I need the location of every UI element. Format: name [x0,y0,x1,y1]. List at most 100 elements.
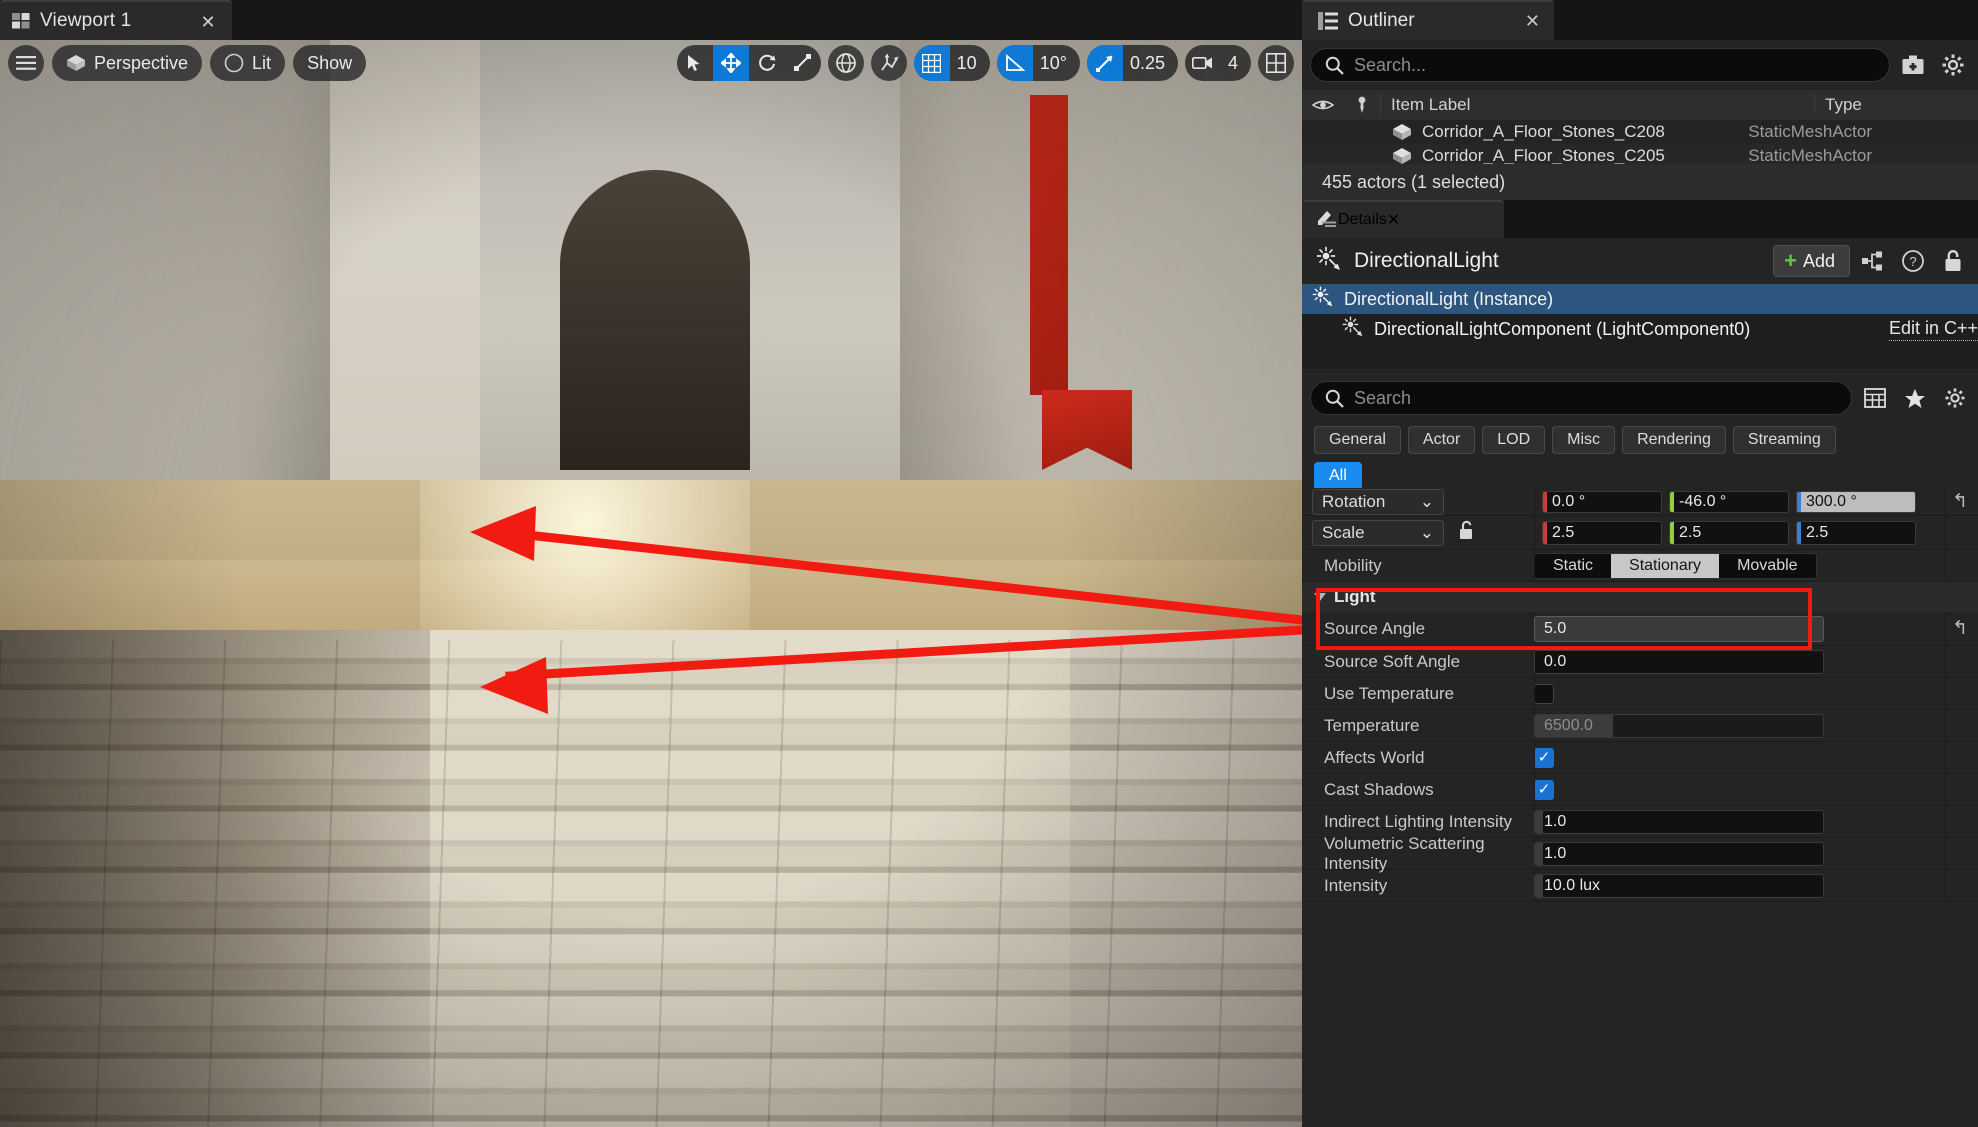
rotate-tool-button[interactable] [749,45,785,81]
viewport-3d-scene[interactable] [0,40,1302,1127]
unlocked-padlock-icon[interactable] [1458,520,1480,545]
volumetric-scattering-intensity-field[interactable]: 1.0 [1534,841,1824,866]
camera-speed-value[interactable]: 4 [1221,45,1251,81]
show-menu-button[interactable]: Show [293,45,367,81]
affects-world-checkbox[interactable] [1534,747,1554,768]
help-question-icon[interactable]: ? [1896,244,1930,278]
viewport-menu-button[interactable] [8,45,44,81]
table-row[interactable]: Corridor_A_Floor_Stones_C208 StaticMeshA… [1302,120,1978,144]
property-grid[interactable]: Rotation ⌄ 0.0 ° -46.0 ° 300.0 ° ↰ Scale… [1302,488,1978,1127]
translate-tool-button[interactable] [712,45,749,81]
add-content-icon[interactable] [1896,48,1930,82]
scale-snap-value[interactable]: 0.25 [1123,45,1178,81]
details-search-input[interactable]: Search [1310,381,1852,415]
view-mode-button[interactable]: Lit [210,45,286,81]
mobility-stationary[interactable]: Stationary [1611,553,1720,578]
property-row-temperature[interactable]: Temperature 6500.0 [1302,710,1978,742]
indirect-lighting-intensity-field[interactable]: 1.0 [1534,809,1824,834]
viewport-toolbar-left[interactable]: Perspective Lit Show [8,44,367,82]
rotation-z-field[interactable]: 300.0 ° [1796,490,1916,513]
blueprint-graph-icon[interactable] [1856,244,1890,278]
temperature-field[interactable]: 6500.0 [1534,713,1824,738]
details-filter-row[interactable]: General Actor LOD Misc Rendering Streami… [1302,421,1978,459]
property-row-intensity[interactable]: Intensity 10.0 lux [1302,870,1978,902]
filter-actor[interactable]: Actor [1407,426,1476,454]
item-label-column-header[interactable]: Item Label [1380,95,1814,115]
filter-misc[interactable]: Misc [1552,426,1616,454]
property-row-use-temperature[interactable]: Use Temperature [1302,678,1978,710]
rotation-y-field[interactable]: -46.0 ° [1669,490,1789,513]
filter-lod[interactable]: LOD [1482,426,1546,454]
scale-tool-button[interactable] [785,45,821,81]
property-row-source-soft-angle[interactable]: Source Soft Angle 0.0 [1302,646,1978,678]
scale-dropdown[interactable]: Scale ⌄ [1312,519,1444,546]
details-tab[interactable]: Details ✕ [1302,200,1504,238]
property-row-source-angle[interactable]: Source Angle 5.0 ↰ [1302,612,1978,646]
property-row-volumetric-scattering-intensity[interactable]: Volumetric Scattering Intensity 1.0 [1302,834,1978,873]
property-row-cast-shadows[interactable]: Cast Shadows [1302,774,1978,806]
settings-gear-icon[interactable] [1938,381,1972,415]
property-row-rotation[interactable]: Rotation ⌄ 0.0 ° -46.0 ° 300.0 ° ↰ [1302,488,1978,516]
component-tree[interactable]: DirectionalLight (Instance) DirectionalL… [1302,284,1978,369]
camera-mode-button[interactable]: Perspective [52,45,203,81]
outliner-row-list[interactable]: Corridor_A_Floor_Stones_C208 StaticMeshA… [1302,120,1978,168]
filter-general[interactable]: General [1314,426,1401,454]
angle-snap-value[interactable]: 10° [1033,45,1080,81]
mobility-static[interactable]: Static [1535,554,1611,578]
gizmo-tool-group[interactable] [676,45,821,81]
property-row-affects-world[interactable]: Affects World [1302,742,1978,774]
edit-in-cpp-link[interactable]: Edit in C++ [1888,318,1978,341]
grid-snap-group[interactable]: 10 [913,45,990,81]
component-row-instance[interactable]: DirectionalLight (Instance) [1302,284,1978,314]
angle-snap-toggle[interactable] [996,45,1033,81]
source-soft-angle-field[interactable]: 0.0 [1534,649,1824,674]
column-view-icon[interactable] [1858,381,1892,415]
close-icon[interactable]: ✕ [1525,11,1540,32]
close-icon[interactable]: ✕ [198,12,218,32]
add-component-button[interactable]: + Add [1773,245,1850,277]
scale-snap-group[interactable]: 0.25 [1086,45,1178,81]
level-viewport[interactable]: Viewport 1 ✕ Perspective Lit Show 10 10°… [0,0,1302,1127]
filter-streaming[interactable]: Streaming [1732,426,1836,454]
cast-shadows-checkbox[interactable] [1534,779,1554,800]
rotation-x-field[interactable]: 0.0 ° [1542,490,1662,513]
pin-icon[interactable] [1344,96,1380,114]
scale-snap-toggle[interactable] [1086,45,1123,81]
intensity-field[interactable]: 10.0 lux [1534,873,1824,898]
property-row-scale[interactable]: Scale ⌄ 2.5 2.5 2.5 [1302,516,1978,550]
viewport-toolbar-right[interactable]: 10 10° 0.25 4 [676,44,1294,82]
scale-x-field[interactable]: 2.5 [1542,520,1662,545]
source-angle-field[interactable]: 5.0 [1534,615,1824,642]
type-column-header[interactable]: Type [1814,95,1978,115]
filter-all[interactable]: All [1314,462,1362,490]
outliner-search-input[interactable]: Search... [1310,48,1890,82]
eye-icon[interactable] [1302,98,1344,112]
surface-snap-toggle[interactable] [870,45,907,81]
world-space-toggle[interactable] [827,45,864,81]
camera-speed-group[interactable]: 4 [1184,45,1251,81]
scale-y-field[interactable]: 2.5 [1669,520,1789,545]
scale-z-field[interactable]: 2.5 [1796,520,1916,545]
reset-to-default-icon[interactable]: ↰ [1952,490,1968,513]
section-header-light[interactable]: Light [1302,582,1978,612]
lock-icon[interactable] [1936,244,1970,278]
settings-gear-icon[interactable] [1936,48,1970,82]
grid-snap-toggle[interactable] [913,45,950,81]
reset-to-default-icon[interactable]: ↰ [1952,617,1968,640]
grid-snap-value[interactable]: 10 [950,45,990,81]
close-icon[interactable]: ✕ [1387,210,1400,230]
property-row-mobility[interactable]: Mobility Static Stationary Movable [1302,550,1978,582]
filter-rendering[interactable]: Rendering [1622,426,1726,454]
use-temperature-checkbox[interactable] [1534,683,1554,704]
select-tool-button[interactable] [677,45,713,81]
viewport-tab[interactable]: Viewport 1 ✕ [0,0,232,40]
camera-speed-icon[interactable] [1185,45,1221,81]
angle-snap-group[interactable]: 10° [996,45,1080,81]
viewport-layout-button[interactable] [1258,45,1294,81]
mobility-movable[interactable]: Movable [1719,554,1815,578]
rotation-dropdown[interactable]: Rotation ⌄ [1312,488,1444,515]
outliner-tab[interactable]: Outliner ✕ [1302,0,1554,40]
favorites-star-icon[interactable] [1898,381,1932,415]
component-row-lightcomponent[interactable]: DirectionalLightComponent (LightComponen… [1302,314,1978,344]
mobility-segmented-control[interactable]: Static Stationary Movable [1534,552,1817,579]
